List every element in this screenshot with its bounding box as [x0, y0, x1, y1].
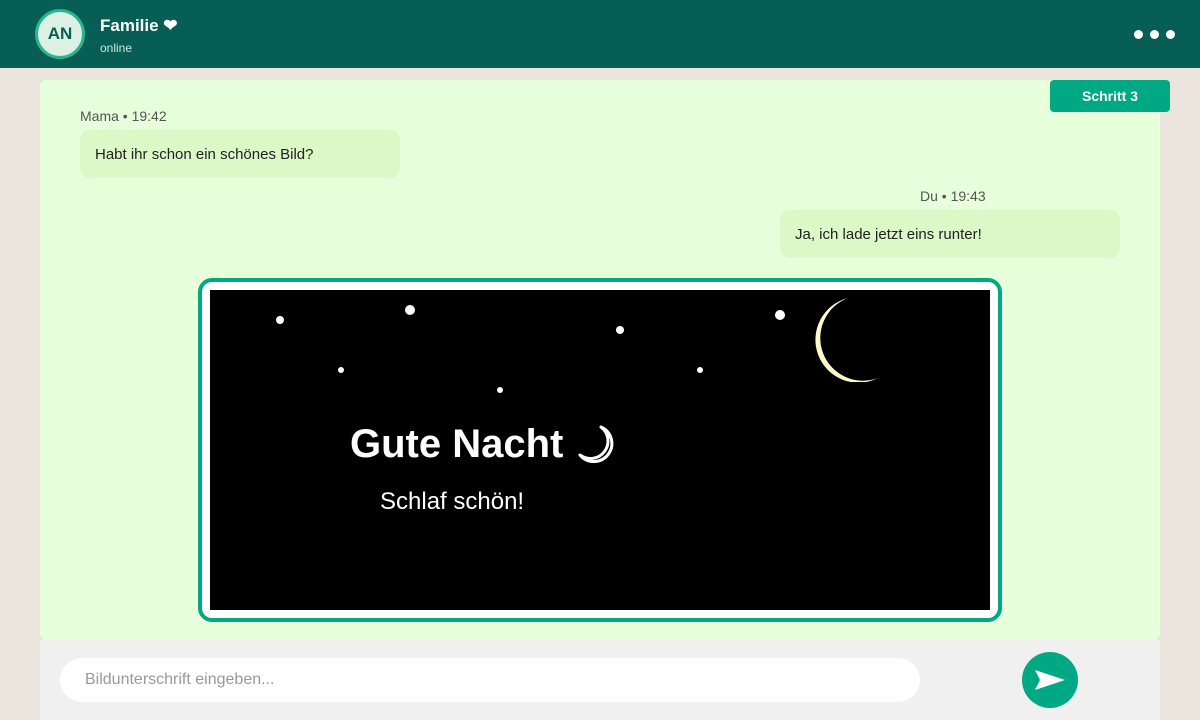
incoming-message-bubble[interactable]: Habt ihr schon ein schönes Bild?: [80, 130, 400, 178]
chat-status: online: [100, 41, 133, 55]
image-preview-frame[interactable]: Gute Nacht Schlaf schön!: [198, 278, 1002, 622]
dot: [1165, 29, 1175, 39]
send-icon: [1035, 670, 1065, 690]
moon-icon: [815, 298, 878, 382]
image-subtext: Schlaf schön!: [380, 488, 525, 515]
message-text: Ja, ich lade jetzt eins runter!: [795, 225, 982, 243]
chat-title: Familie ❤: [100, 16, 178, 35]
star: [697, 367, 703, 373]
chat-area: Schritt 3 Mama • 19:42 Habt ihr schon ei…: [40, 80, 1170, 640]
good-night-image: Gute Nacht Schlaf schön!: [210, 290, 990, 610]
greeting-text: Gute Nacht: [350, 422, 619, 467]
message-text: Habt ihr schon ein schönes Bild?: [95, 145, 314, 163]
message-meta: Mama • 19:42: [80, 108, 167, 124]
star: [338, 367, 344, 373]
star: [497, 387, 503, 393]
avatar[interactable]: AN: [35, 9, 85, 59]
caption-input[interactable]: [60, 658, 920, 702]
greeting-label: Gute Nacht: [350, 422, 564, 466]
chat-header: AN Familie ❤ online: [0, 0, 1200, 68]
dot: [1149, 29, 1159, 39]
outgoing-message-bubble[interactable]: Ja, ich lade jetzt eins runter!: [780, 210, 1120, 258]
send-button[interactable]: [1022, 652, 1078, 708]
star: [775, 310, 785, 320]
composer-bar: [40, 640, 1160, 720]
step-badge: Schritt 3: [1050, 80, 1170, 112]
message-meta: Du • 19:43: [920, 188, 986, 204]
star: [616, 326, 624, 334]
dot: [1133, 29, 1143, 39]
crescent-moon-icon: [578, 425, 614, 463]
star: [276, 316, 284, 324]
star: [405, 305, 415, 315]
more-dots-icon[interactable]: [1128, 20, 1180, 48]
